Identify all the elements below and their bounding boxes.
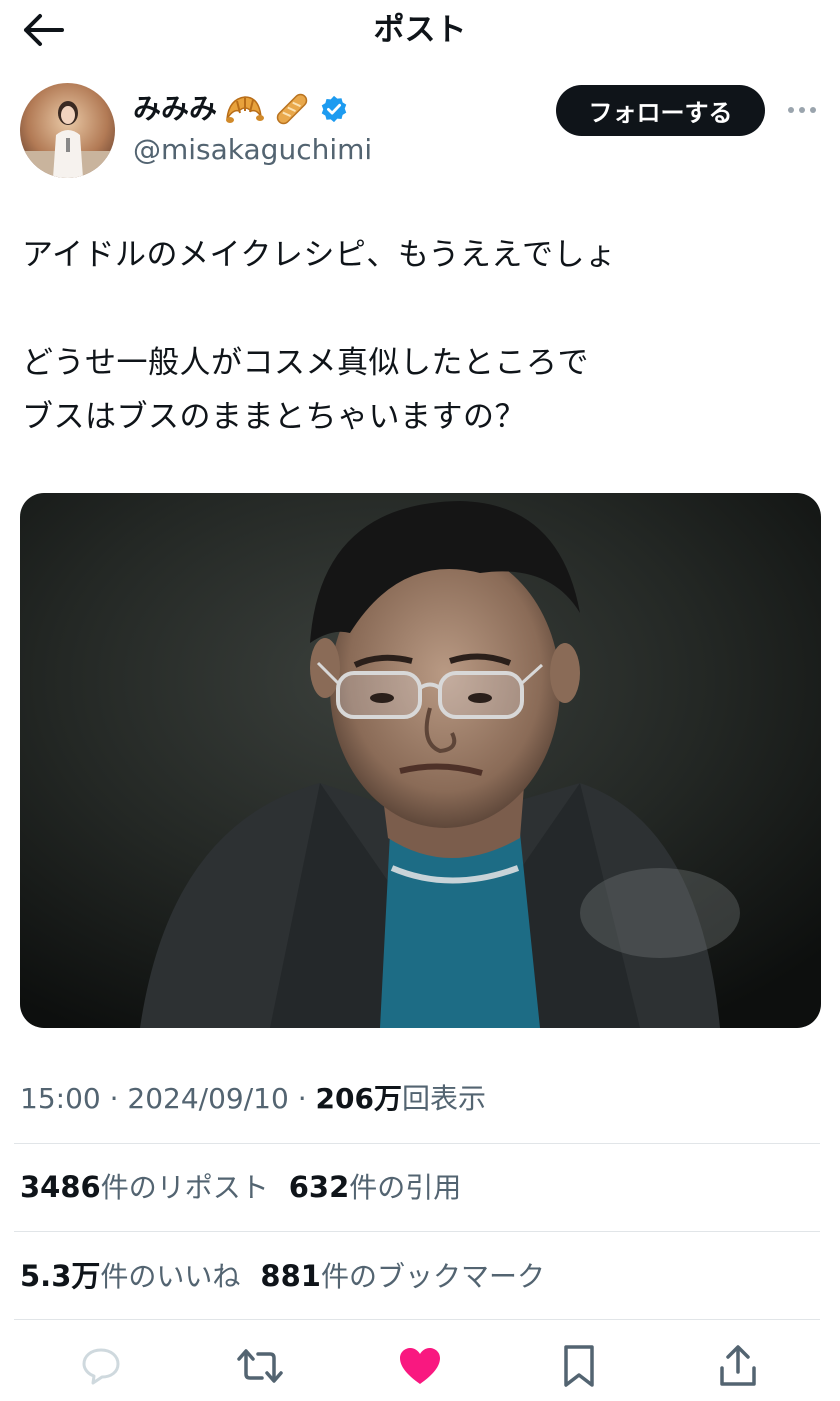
divider [14, 1231, 820, 1232]
croissant-icon [226, 96, 265, 123]
likes-count: 5.3万 [20, 1259, 101, 1293]
page-title: ポスト [373, 12, 467, 48]
tweet-date: 2024/09/10 [127, 1082, 289, 1115]
divider [14, 1143, 820, 1144]
bookmarks-label: 件のブックマーク [320, 1260, 545, 1293]
view-count: 206万 [315, 1082, 402, 1115]
bookmark-icon [564, 1345, 594, 1387]
divider [14, 1319, 820, 1320]
view-count-label: 回表示 [401, 1082, 486, 1115]
more-horizontal-icon [788, 107, 794, 113]
follow-button[interactable]: フォローする [556, 85, 765, 136]
stats-row-likes: 5.3万件のいいね 881件のブックマーク [20, 1255, 545, 1298]
share-icon [720, 1345, 756, 1386]
display-name: みみみ [133, 92, 218, 125]
repost-button[interactable] [230, 1338, 290, 1394]
like-button[interactable] [390, 1338, 450, 1394]
tweet-meta: 15:00 · 2024/09/10 · 206万回表示 [20, 1082, 486, 1115]
author-handle[interactable]: @misakaguchimi [133, 130, 372, 170]
stats-row-reposts: 3486件のリポスト 632件の引用 [20, 1166, 461, 1209]
more-options-button[interactable] [782, 96, 822, 124]
repost-icon [237, 1349, 283, 1383]
tweet-time: 15:00 [20, 1082, 101, 1115]
likes-label: 件のいいね [100, 1260, 241, 1293]
heart-filled-icon [400, 1348, 440, 1384]
quotes-label: 件の引用 [349, 1171, 462, 1204]
bookmarks-stat[interactable]: 881件のブックマーク [260, 1255, 545, 1298]
share-button[interactable] [708, 1338, 768, 1394]
tweet-text-line: どうせ一般人がコスメ真似したところで [22, 345, 589, 381]
reposts-count: 3486 [20, 1170, 101, 1204]
tweet-media-image[interactable] [20, 493, 821, 1028]
tweet-text-line: ブスはブスのままとちゃいますの？ [22, 399, 526, 435]
tweet-text-line: アイドルのメイクレシピ、もうええでしょ [22, 237, 617, 273]
reposts-stat[interactable]: 3486件のリポスト [20, 1166, 269, 1209]
likes-stat[interactable]: 5.3万件のいいね [20, 1255, 240, 1298]
avatar[interactable] [20, 83, 115, 178]
bookmarks-count: 881 [260, 1259, 321, 1293]
reply-button[interactable] [71, 1338, 131, 1394]
verified-badge-icon [321, 95, 347, 123]
quotes-stat[interactable]: 632件の引用 [289, 1166, 462, 1209]
reply-icon [82, 1348, 120, 1385]
bookmark-button[interactable] [549, 1338, 609, 1394]
quotes-count: 632 [288, 1170, 350, 1204]
baguette-icon [276, 93, 308, 125]
reposts-label: 件のリポスト [100, 1171, 269, 1204]
author-name-row[interactable]: みみみ [133, 86, 349, 132]
